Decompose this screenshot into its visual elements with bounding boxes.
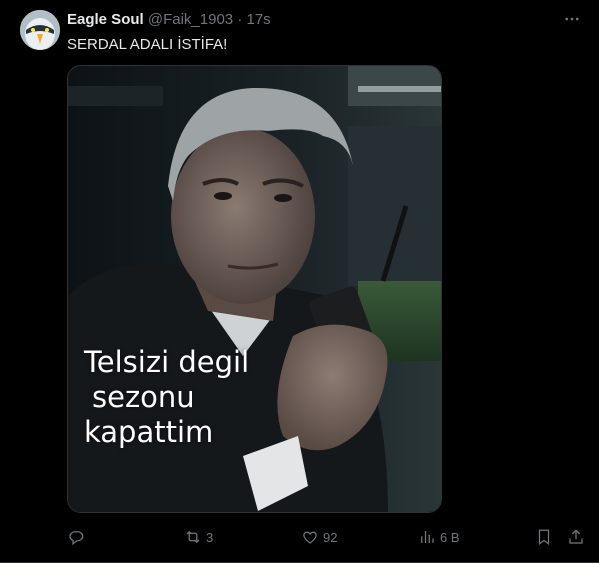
caption-line: Telsizi degil (84, 345, 250, 379)
action-bar: 3 92 6 B (67, 526, 587, 548)
photo-caption: Telsizi degil sezonu kapattim (84, 345, 249, 450)
tweet-text: SERDAL ADALI İSTİFA! (67, 36, 228, 53)
reply-button[interactable] (67, 526, 85, 548)
views-icon (421, 531, 434, 543)
tweet-header: Eagle Soul @Faik_1903 · 17s (67, 11, 271, 28)
share-button[interactable] (567, 526, 585, 548)
author-name[interactable]: Eagle Soul (67, 11, 144, 28)
tweet[interactable]: Eagle Soul @Faik_1903 · 17s SERDAL ADALI… (0, 0, 599, 563)
heart-icon (303, 531, 317, 544)
views-button[interactable]: 6 B (418, 526, 460, 548)
share-icon (569, 529, 583, 544)
caption-line: sezonu (92, 380, 195, 414)
more-options-button[interactable] (561, 10, 583, 30)
avatar[interactable] (20, 10, 60, 50)
more-horizontal-icon (565, 17, 579, 21)
caption-line: kapattim (84, 415, 214, 449)
bookmark-button[interactable] (535, 526, 553, 548)
retweet-count: 3 (206, 529, 214, 545)
eagle-avatar-icon (20, 10, 60, 50)
retweet-icon (186, 530, 200, 544)
separator-dot: · (237, 11, 243, 28)
like-button[interactable]: 92 (301, 526, 337, 548)
timestamp[interactable]: 17s (246, 11, 270, 28)
tweet-photo[interactable]: Telsizi degil sezonu kapattim (67, 65, 442, 513)
like-count: 92 (323, 529, 338, 545)
bookmark-icon (538, 529, 550, 546)
author-handle[interactable]: @Faik_1903 (148, 11, 233, 28)
reply-icon (69, 531, 84, 546)
retweet-button[interactable]: 3 (184, 526, 213, 548)
views-count: 6 B (440, 529, 460, 545)
